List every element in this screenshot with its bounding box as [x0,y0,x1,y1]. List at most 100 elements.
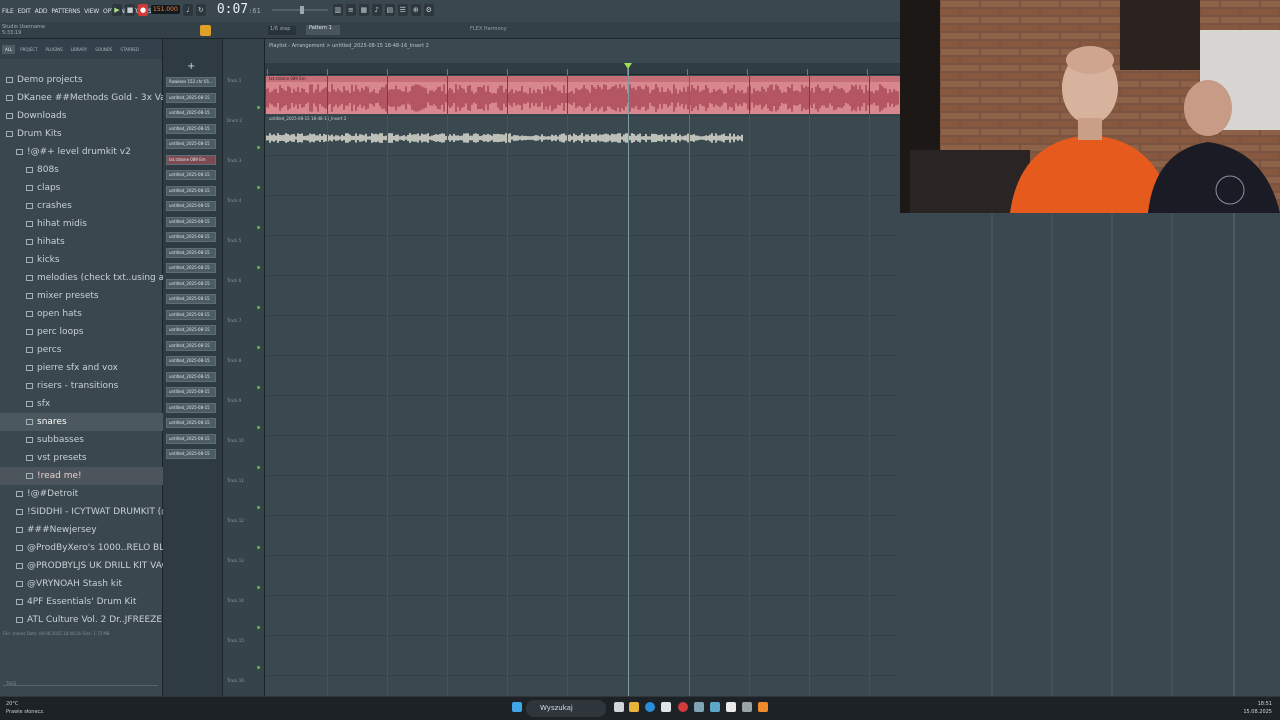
track-lane[interactable] [265,596,900,636]
browser-icon[interactable]: ☰ [397,3,408,16]
browser-item[interactable]: ATL Culture Vol. 2 Dr..JFREEZE & Mike Fu… [0,611,163,629]
browser-item[interactable]: claps [0,179,163,197]
track-lane[interactable] [265,236,900,276]
master-pitch-slider[interactable] [270,3,330,17]
system-clock[interactable]: 18:51 15.08.2025 [1243,700,1272,716]
taskbar-search[interactable]: Wyszukaj [526,700,606,717]
track-name[interactable]: Track 9 [227,398,241,403]
picker-clip[interactable]: untitled_2025-08-15 18-... [166,170,216,180]
browser-item[interactable]: hihat midis [0,215,163,233]
playhead[interactable] [628,63,629,696]
browser-item[interactable]: risers - transitions [0,377,163,395]
track-name[interactable]: Track 14 [227,598,244,603]
browser-item[interactable]: @ProdByXero's 1000..RELO BLEH MEGA KIT [0,539,163,557]
browser-item[interactable]: !@#Detroit [0,485,163,503]
menu-item[interactable]: FILE [0,8,16,15]
track-name[interactable]: Track 4 [227,198,241,203]
track-name[interactable]: Track 16 [227,678,244,683]
track-name[interactable]: Track 3 [227,158,241,163]
channel-rack-icon[interactable]: ▦ [358,3,369,16]
track-mute-icon[interactable] [257,306,260,309]
settings-icon[interactable]: ⚙ [423,3,434,16]
browser-item[interactable]: subbasses [0,431,163,449]
picker-clip[interactable]: untitled_2025-08-15 18-... [166,232,216,242]
start-icon[interactable] [512,702,522,712]
track-lane[interactable] [265,316,900,356]
play-button[interactable]: ▶ [112,3,122,16]
menu-item[interactable]: ADD [33,8,50,15]
picker-clip[interactable]: untitled_2025-08-15 18-... [166,139,216,149]
mixer-icon[interactable]: ≡ [345,3,356,16]
browser-item[interactable]: Downloads [0,107,163,125]
track-mute-icon[interactable] [257,546,260,549]
picker-clip[interactable]: untitled_2025-08-15 18-... [166,92,216,103]
browser-tab[interactable]: SOUNDS [92,45,115,54]
track-name[interactable]: Track 7 [227,318,241,323]
track-mute-icon[interactable] [257,266,260,269]
tempo-display[interactable]: 151.000 [151,5,180,14]
record-button[interactable]: ● [138,3,148,16]
track-mute-icon[interactable] [257,186,260,189]
pattern-selector[interactable]: Pattern 1 [306,25,340,35]
track-lane[interactable] [265,196,900,236]
edge-icon[interactable] [645,702,655,712]
browser-item[interactable]: Demo projects [0,71,163,89]
browser-item[interactable]: open hats [0,305,163,323]
track-lane[interactable] [265,636,900,676]
picker-clip[interactable]: untitled_2025-08-15 18-... [166,263,216,273]
loop-icon[interactable]: ↻ [195,3,206,16]
fl-studio-icon[interactable] [758,702,768,712]
track-mute-icon[interactable] [257,346,260,349]
track-name[interactable]: Track 1 [227,78,241,83]
track-lane[interactable] [265,156,900,196]
browser-item[interactable]: !@#+ level drumkit v2 [0,143,163,161]
timeline-ruler[interactable] [265,63,900,75]
plugin-picker-icon[interactable]: ⊕ [410,3,421,16]
track-mute-icon[interactable] [257,226,260,229]
browser-tab[interactable]: STARRED [117,45,142,54]
track-lane[interactable] [265,276,900,316]
track-lane[interactable] [265,556,900,596]
track-mute-icon[interactable] [257,386,260,389]
track-name[interactable]: Track 10 [227,438,244,443]
picker-clip[interactable]: untitled_2025-08-15 18-... [166,433,216,444]
browser-item[interactable]: sfx [0,395,163,413]
browser-item[interactable]: ###Newjersey [0,521,163,539]
picker-clip[interactable]: untitled_2025-08-15 18-... [166,402,216,413]
browser-item[interactable]: perc loops [0,323,163,341]
snap-selector[interactable]: 1/6 step [268,26,296,35]
browser-item[interactable]: Drum Kits [0,125,163,143]
plugin-slot[interactable]: FLEX Harmony [470,26,507,32]
weather-widget[interactable]: 20°C Prawie słonecz. [6,700,44,716]
picker-clip[interactable]: lat.stdone 089 Em [166,154,216,165]
picker-clip[interactable]: untitled_2025-08-15 18-... [166,278,216,289]
track-lane[interactable] [265,436,900,476]
browser-tab[interactable]: LIBRARY [68,45,90,54]
browser-item[interactable]: snares [0,413,163,431]
picker-clip[interactable]: untitled_2025-08-15 18-... [166,340,216,351]
track-mute-icon[interactable] [257,146,260,149]
stop-button[interactable]: ■ [125,3,135,16]
file-explorer-icon[interactable] [629,702,639,712]
track-name[interactable]: Track 6 [227,278,241,283]
track-name[interactable]: Track 8 [227,358,241,363]
browser-search[interactable] [3,685,158,692]
app-icon-2[interactable] [710,702,720,712]
app-icon-4[interactable] [742,702,752,712]
audio-clip-1[interactable]: lat.stdone 089 Em [266,76,900,114]
browser-item[interactable]: !SIDDHI - ICYTWAT DRUMKIT (@SIMON) [0,503,163,521]
picker-clip[interactable]: untitled_2025-08-15 18-... [166,418,216,428]
picker-clip[interactable]: untitled_2025-08-15 18-... [166,294,216,304]
picker-clip[interactable]: untitled_2025-08-15 18-... [166,387,216,397]
track-lane[interactable] [265,476,900,516]
browser-tab[interactable]: ALL [2,44,16,54]
menu-item[interactable]: VIEW [82,8,101,15]
picker-clip[interactable]: untitled_2025-08-15 18-... [166,123,216,134]
app-icon-1[interactable] [694,702,704,712]
app-icon-3[interactable] [726,702,736,712]
browser-item[interactable]: melodies (check txt..using any of these) [0,269,163,287]
track-mute-icon[interactable] [257,666,260,669]
track-mute-icon[interactable] [257,586,260,589]
browser-item[interactable]: @PRODBYLJS UK DRILL KIT VACCINE [0,557,163,575]
track-lane[interactable] [265,516,900,556]
